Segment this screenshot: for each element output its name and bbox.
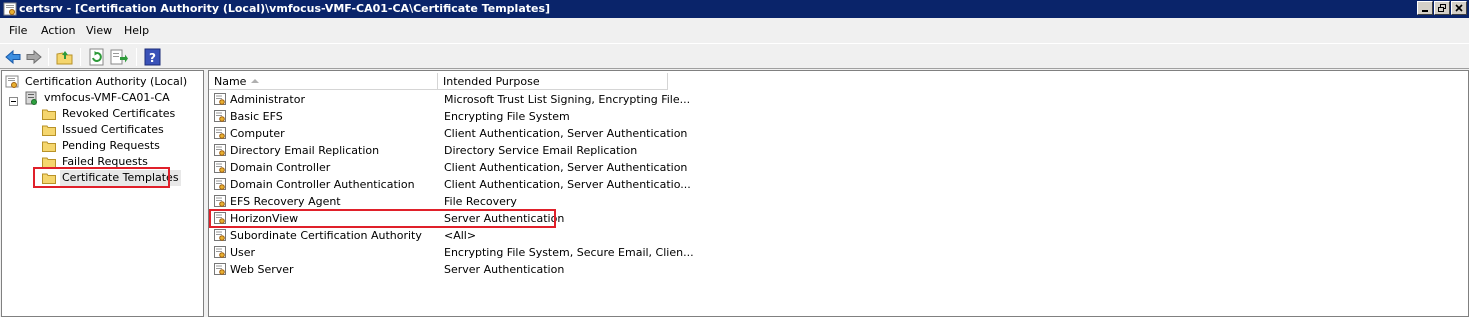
certificate-template-icon — [214, 144, 226, 156]
folder-icon — [42, 109, 56, 120]
template-name: Directory Email Replication — [230, 144, 380, 157]
ca-server-icon — [25, 91, 37, 105]
list-row[interactable]: Subordinate Certification Authority <All… — [209, 227, 1468, 244]
intended-purpose: <All> — [444, 229, 477, 242]
close-icon — [1455, 4, 1463, 12]
template-name: EFS Recovery Agent — [230, 195, 341, 208]
list-row[interactable]: Directory Email Replication Directory Se… — [209, 142, 1468, 159]
column-header-name[interactable]: Name — [209, 73, 438, 90]
template-name: Subordinate Certification Authority — [230, 229, 422, 242]
certsrv-app-icon — [3, 2, 17, 16]
collapse-toggle[interactable] — [9, 97, 18, 106]
list-row[interactable]: Domain Controller Authentication Client … — [209, 176, 1468, 193]
certificate-template-icon — [214, 229, 226, 241]
minimize-icon — [1422, 10, 1428, 12]
intended-purpose: File Recovery — [444, 195, 517, 208]
tree-item-label: Revoked Certificates — [62, 107, 176, 120]
tree-node-label: Certification Authority (Local) — [25, 75, 188, 88]
intended-purpose: Client Authentication, Server Authentica… — [444, 161, 688, 174]
intended-purpose: Encrypting File System — [444, 110, 570, 123]
row-highlight-box — [209, 209, 556, 228]
certificate-template-icon — [214, 110, 226, 122]
folder-icon — [42, 125, 56, 136]
console-tree: Certification Authority (Local) vmfocus-… — [1, 70, 204, 317]
template-name: User — [230, 246, 256, 259]
template-name: Domain Controller Authentication — [230, 178, 415, 191]
certificate-template-icon — [214, 127, 226, 139]
window-title: certsrv - [Certification Authority (Loca… — [19, 2, 551, 15]
template-name: Basic EFS — [230, 110, 283, 123]
certificate-template-icon — [214, 161, 226, 173]
certificate-template-icon — [214, 178, 226, 190]
list-row[interactable]: EFS Recovery Agent File Recovery — [209, 193, 1468, 210]
title-bar[interactable]: certsrv - [Certification Authority (Loca… — [0, 0, 1469, 18]
close-button[interactable] — [1451, 1, 1467, 15]
column-header-label: Name — [214, 75, 247, 88]
menu-file[interactable]: File — [9, 24, 27, 38]
menu-bar: File Action View Help — [0, 20, 1469, 42]
minimize-button[interactable] — [1417, 1, 1433, 15]
tree-item-label: Issued Certificates — [62, 123, 164, 136]
restore-icon — [1438, 4, 1446, 12]
result-list: Name Intended Purpose Administrator Micr… — [208, 70, 1469, 317]
tree-node-label: vmfocus-VMF-CA01-CA — [44, 91, 170, 104]
list-row[interactable]: Domain Controller Client Authentication,… — [209, 159, 1468, 176]
certificate-template-icon — [214, 263, 226, 275]
tree-item-label: Pending Requests — [62, 139, 160, 152]
column-header-intended-purpose[interactable]: Intended Purpose — [438, 73, 668, 90]
list-row[interactable]: Web Server Server Authentication — [209, 261, 1468, 278]
menu-help[interactable]: Help — [124, 24, 149, 38]
column-header-label: Intended Purpose — [443, 75, 540, 88]
list-row[interactable]: User Encrypting File System, Secure Emai… — [209, 244, 1468, 261]
toolbar-separator — [136, 48, 137, 66]
certificate-template-icon — [214, 246, 226, 258]
menu-view[interactable]: View — [86, 24, 112, 38]
list-header: Name Intended Purpose — [209, 73, 1468, 90]
template-name: Computer — [230, 127, 285, 140]
template-name: Administrator — [230, 93, 305, 106]
export-list-icon[interactable] — [110, 48, 128, 66]
up-folder-icon[interactable] — [56, 48, 74, 66]
forward-arrow-icon[interactable] — [25, 48, 43, 66]
intended-purpose: Encrypting File System, Secure Email, Cl… — [444, 246, 694, 259]
intended-purpose: Client Authentication, Server Authentica… — [444, 178, 691, 191]
sort-ascending-icon — [251, 79, 259, 83]
list-row[interactable]: Administrator Microsoft Trust List Signi… — [209, 91, 1468, 108]
selection-highlight-box — [33, 167, 170, 188]
restore-button[interactable] — [1434, 1, 1450, 15]
intended-purpose: Client Authentication, Server Authentica… — [444, 127, 688, 140]
toolbar: ? — [0, 43, 1469, 69]
toolbar-separator — [80, 48, 81, 66]
certificate-authority-icon — [5, 75, 19, 88]
back-arrow-icon[interactable] — [4, 48, 22, 66]
list-row[interactable]: Computer Client Authentication, Server A… — [209, 125, 1468, 142]
refresh-icon[interactable] — [88, 48, 106, 66]
intended-purpose: Server Authentication — [444, 263, 565, 276]
svg-text:?: ? — [149, 51, 156, 65]
intended-purpose: Directory Service Email Replication — [444, 144, 638, 157]
template-name: Domain Controller — [230, 161, 331, 174]
menu-action[interactable]: Action — [41, 24, 75, 38]
folder-icon — [42, 141, 56, 152]
help-icon[interactable]: ? — [144, 48, 162, 66]
certificate-template-icon — [214, 195, 226, 207]
toolbar-separator — [48, 48, 49, 66]
list-row[interactable]: Basic EFS Encrypting File System — [209, 108, 1468, 125]
template-name: Web Server — [230, 263, 294, 276]
intended-purpose: Microsoft Trust List Signing, Encrypting… — [444, 93, 691, 106]
certificate-template-icon — [214, 93, 226, 105]
